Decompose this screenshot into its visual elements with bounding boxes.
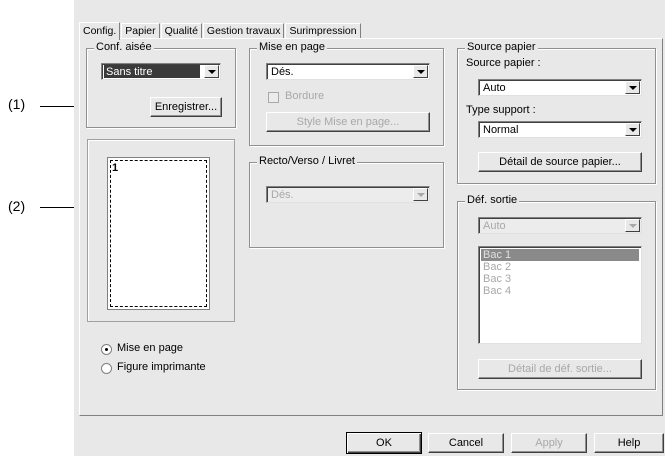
def-sortie-title: Déf. sortie	[465, 194, 520, 206]
recto-verso-select[interactable]: Dés.	[266, 186, 430, 203]
ok-button[interactable]: OK	[346, 432, 422, 454]
tab-strip: Config. Papier Qualité Gestion travaux S…	[79, 22, 362, 40]
output-bin-list[interactable]: Bac 1 Bac 2 Bac 3 Bac 4	[478, 246, 642, 344]
mise-en-page-title: Mise en page	[257, 41, 328, 53]
recto-verso-value: Dés.	[271, 189, 294, 201]
chevron-down-icon[interactable]	[413, 65, 428, 78]
def-sortie-detail-button[interactable]: Détail de déf. sortie...	[478, 359, 642, 379]
page-preview: 1	[87, 139, 235, 322]
list-item[interactable]: Bac 1	[481, 249, 639, 261]
type-support-label: Type support :	[466, 104, 536, 116]
chevron-down-icon[interactable]	[625, 81, 640, 94]
radio-figure-imprimante[interactable]	[101, 363, 112, 374]
chevron-down-icon[interactable]	[413, 188, 428, 201]
tab-config[interactable]: Config.	[79, 22, 121, 40]
chevron-down-icon[interactable]	[625, 123, 640, 136]
list-item[interactable]: Bac 2	[481, 261, 639, 273]
cancel-button[interactable]: Cancel	[428, 433, 504, 453]
help-button[interactable]: Help	[594, 433, 664, 453]
radio-figure-imprimante-label: Figure imprimante	[117, 361, 206, 373]
source-papier-title: Source papier	[465, 41, 538, 53]
printable-area-outline	[110, 160, 207, 307]
mise-en-page-select[interactable]: Dés.	[266, 63, 430, 80]
callout-1-label: (1)	[8, 96, 26, 112]
tab-qualite[interactable]: Qualité	[160, 23, 202, 39]
list-item[interactable]: Bac 4	[481, 285, 639, 297]
page-number: 1	[112, 162, 119, 174]
conf-aisee-value: Sans titre	[104, 65, 200, 78]
source-papier-select[interactable]: Auto	[478, 79, 642, 96]
radio-mise-en-page-label: Mise en page	[117, 342, 184, 354]
mise-en-page-value: Dés.	[271, 66, 294, 78]
tab-papier[interactable]: Papier	[121, 23, 160, 39]
conf-aisee-title: Conf. aisée	[94, 41, 154, 53]
chevron-down-icon[interactable]	[625, 219, 640, 232]
recto-verso-title: Recto/Verso / Livret	[257, 155, 357, 167]
type-support-value: Normal	[483, 124, 519, 136]
tab-surimpression[interactable]: Surimpression	[285, 23, 361, 39]
bordure-checkbox[interactable]	[268, 92, 279, 103]
paper-preview: 1	[107, 157, 210, 310]
apply-button[interactable]: Apply	[511, 433, 587, 453]
style-mise-en-page-button[interactable]: Style Mise en page...	[266, 112, 430, 132]
def-sortie-value: Auto	[483, 220, 506, 232]
radio-mise-en-page[interactable]	[101, 344, 112, 355]
source-papier-label: Source papier :	[466, 57, 541, 69]
type-support-select[interactable]: Normal	[478, 121, 642, 138]
chevron-down-icon[interactable]	[204, 65, 219, 78]
def-sortie-select[interactable]: Auto	[478, 217, 642, 234]
list-item[interactable]: Bac 3	[481, 273, 639, 285]
recto-verso-group: Recto/Verso / Livret	[249, 155, 444, 248]
source-papier-detail-button[interactable]: Détail de source papier...	[478, 152, 642, 172]
bordure-label: Bordure	[285, 90, 325, 102]
save-button[interactable]: Enregistrer...	[150, 97, 222, 117]
conf-aisee-select[interactable]: Sans titre	[101, 63, 221, 80]
tab-gestion-travaux[interactable]: Gestion travaux	[202, 23, 285, 39]
callout-2-label: (2)	[8, 198, 26, 214]
source-papier-value: Auto	[483, 82, 506, 94]
